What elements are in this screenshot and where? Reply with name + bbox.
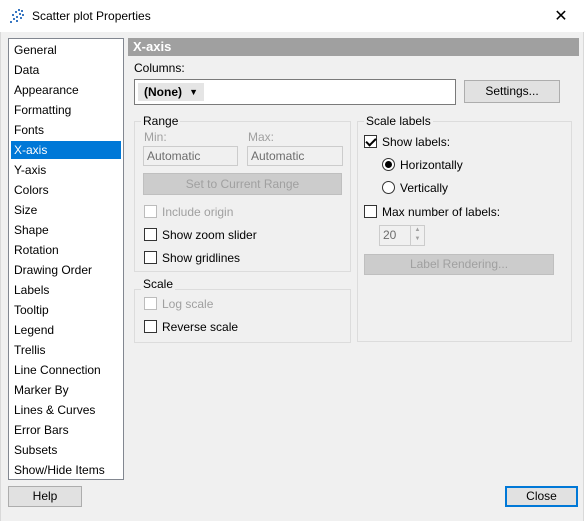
sidebar-item-labels[interactable]: Labels <box>11 281 121 299</box>
sidebar-item-data[interactable]: Data <box>11 61 121 79</box>
max-label: Max: <box>248 130 275 144</box>
stepper-up-icon[interactable]: ▲ <box>411 226 424 235</box>
show-gridlines-checkbox[interactable] <box>144 251 157 264</box>
sidebar-item-lines-curves[interactable]: Lines & Curves <box>11 401 121 419</box>
columns-label: Columns: <box>134 61 185 75</box>
scatter-plot-icon <box>10 9 24 23</box>
sidebar-item-x-axis[interactable]: X-axis <box>11 141 121 159</box>
stepper-down-icon[interactable]: ▼ <box>411 235 424 244</box>
max-labels-value: 20 <box>383 228 397 242</box>
window-close-icon[interactable]: ✕ <box>538 0 584 32</box>
vertically-radio[interactable] <box>382 181 395 194</box>
sidebar-item-show-hide-items[interactable]: Show/Hide Items <box>11 461 121 479</box>
range-group-title: Range <box>141 114 181 128</box>
show-gridlines-label: Show gridlines <box>162 251 241 265</box>
sidebar-item-fonts[interactable]: Fonts <box>11 121 121 139</box>
sidebar-item-size[interactable]: Size <box>11 201 121 219</box>
max-labels-checkbox[interactable] <box>364 205 377 218</box>
sidebar-item-error-bars[interactable]: Error Bars <box>11 421 121 439</box>
horizontally-label: Horizontally <box>400 158 463 172</box>
sidebar-item-subsets[interactable]: Subsets <box>11 441 121 459</box>
stepper-buttons: ▲ ▼ <box>410 226 424 245</box>
sidebar-item-marker-by[interactable]: Marker By <box>11 381 121 399</box>
help-button[interactable]: Help <box>8 486 82 507</box>
sidebar-item-rotation[interactable]: Rotation <box>11 241 121 259</box>
show-labels-label: Show labels: <box>382 135 451 149</box>
reverse-scale-checkbox[interactable] <box>144 320 157 333</box>
sidebar-item-shape[interactable]: Shape <box>11 221 121 239</box>
vertically-label: Vertically <box>400 181 449 195</box>
title-bar: Scatter plot Properties ✕ <box>0 0 584 32</box>
sidebar-item-appearance[interactable]: Appearance <box>11 81 121 99</box>
columns-dropdown[interactable]: (None) ▼ <box>138 83 204 101</box>
show-labels-checkbox[interactable] <box>364 135 377 148</box>
min-label: Min: <box>144 130 167 144</box>
category-list: General Data Appearance Formatting Fonts… <box>8 38 124 480</box>
columns-selector[interactable]: (None) ▼ <box>134 79 456 105</box>
set-current-range-button[interactable]: Set to Current Range <box>143 173 342 195</box>
scale-group-title: Scale <box>141 277 176 291</box>
show-zoom-slider-checkbox[interactable] <box>144 228 157 241</box>
sidebar-item-drawing-order[interactable]: Drawing Order <box>11 261 121 279</box>
include-origin-label: Include origin <box>162 205 234 219</box>
columns-value: (None) <box>144 85 182 99</box>
scale-labels-group-title: Scale labels <box>364 114 433 128</box>
settings-button[interactable]: Settings... <box>464 80 560 103</box>
max-labels-label: Max number of labels: <box>382 205 501 219</box>
panel-title: X-axis <box>128 38 579 56</box>
window-title: Scatter plot Properties <box>32 9 151 23</box>
log-scale-checkbox[interactable] <box>144 297 157 310</box>
sidebar-item-trellis[interactable]: Trellis <box>11 341 121 359</box>
sidebar-item-colors[interactable]: Colors <box>11 181 121 199</box>
reverse-scale-label: Reverse scale <box>162 320 239 334</box>
chevron-down-icon: ▼ <box>189 87 198 97</box>
log-scale-label: Log scale <box>162 297 214 311</box>
include-origin-checkbox[interactable] <box>144 205 157 218</box>
sidebar-item-formatting[interactable]: Formatting <box>11 101 121 119</box>
close-button[interactable]: Close <box>505 486 578 507</box>
sidebar-item-legend[interactable]: Legend <box>11 321 121 339</box>
range-max-field[interactable]: Automatic <box>247 146 343 166</box>
label-rendering-button[interactable]: Label Rendering... <box>364 254 554 275</box>
sidebar-item-y-axis[interactable]: Y-axis <box>11 161 121 179</box>
dialog-body: General Data Appearance Formatting Fonts… <box>0 32 584 521</box>
show-zoom-slider-label: Show zoom slider <box>162 228 257 242</box>
horizontally-radio[interactable] <box>382 158 395 171</box>
sidebar-item-line-connection[interactable]: Line Connection <box>11 361 121 379</box>
range-min-field[interactable]: Automatic <box>143 146 238 166</box>
sidebar-item-general[interactable]: General <box>11 41 121 59</box>
sidebar-item-tooltip[interactable]: Tooltip <box>11 301 121 319</box>
max-labels-stepper[interactable]: 20 ▲ ▼ <box>379 225 425 246</box>
